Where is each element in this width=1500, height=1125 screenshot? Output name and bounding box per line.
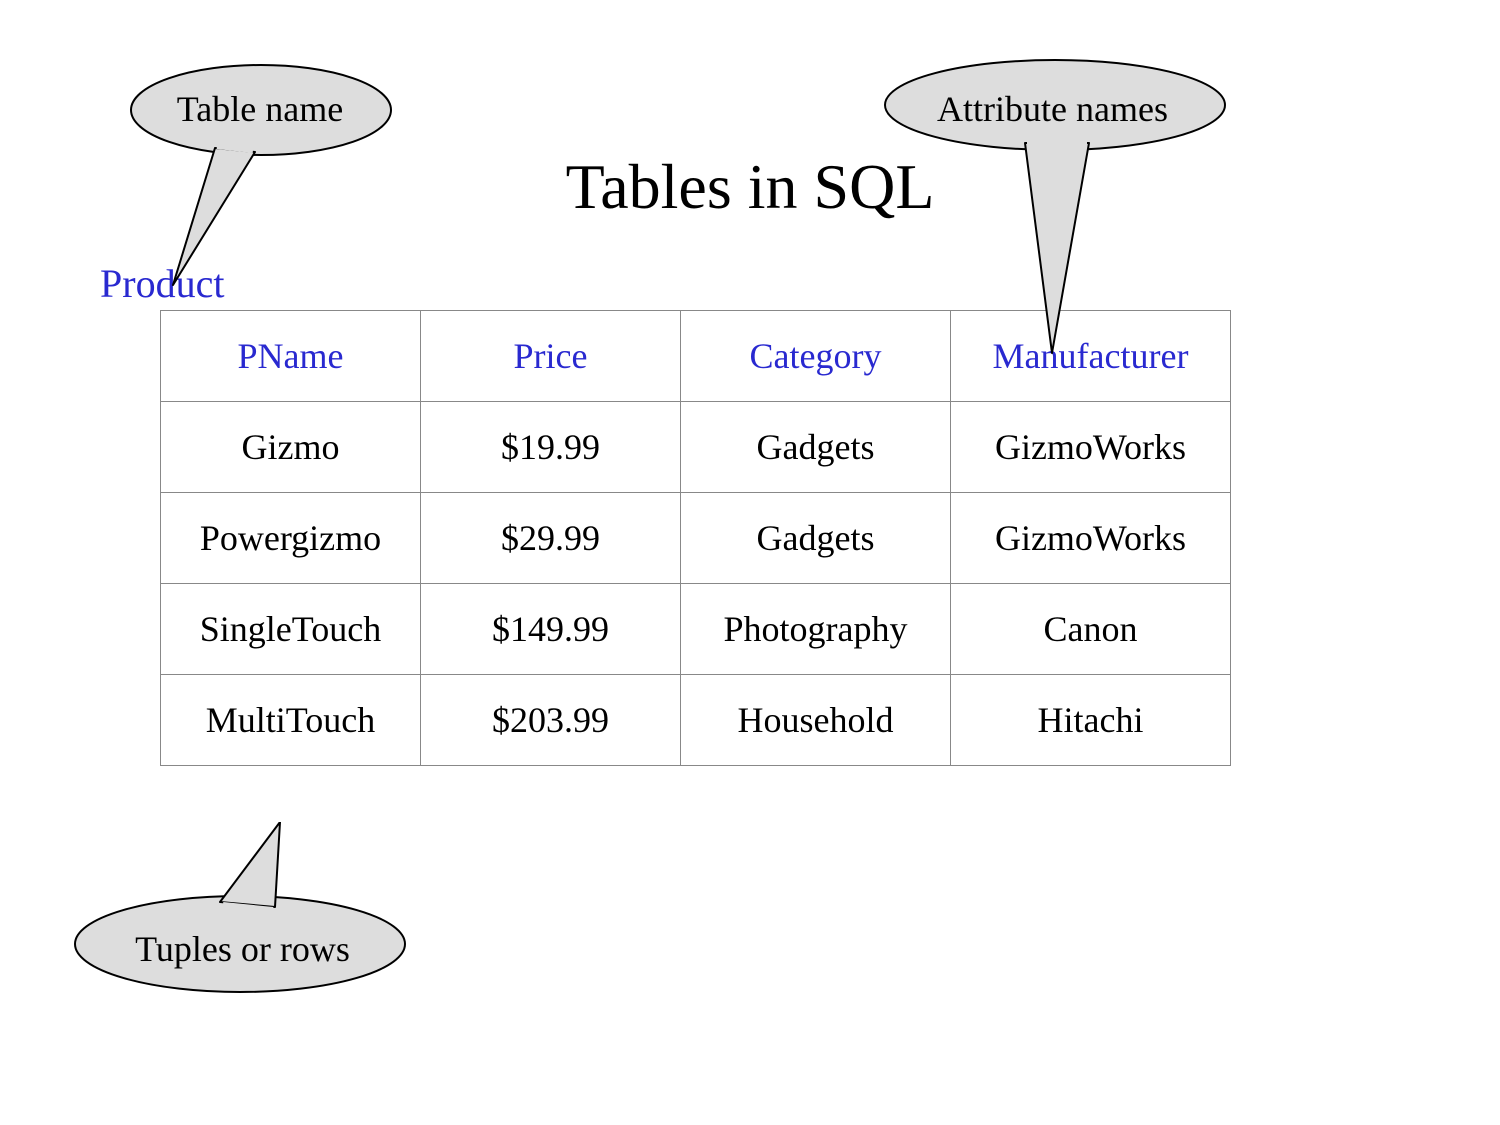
cell-category: Gadgets [681,493,951,584]
callout-tuples-icon [60,822,420,997]
cell-category: Household [681,675,951,766]
cell-category: Photography [681,584,951,675]
cell-price: $29.99 [421,493,681,584]
cell-pname: SingleTouch [161,584,421,675]
callout-attribute-names-label: Attribute names [895,88,1210,130]
cell-manufacturer: Hitachi [951,675,1231,766]
table-row: Powergizmo $29.99 Gadgets GizmoWorks [161,493,1231,584]
column-header: PName [161,311,421,402]
cell-pname: Gizmo [161,402,421,493]
cell-price: $203.99 [421,675,681,766]
cell-price: $19.99 [421,402,681,493]
cell-category: Gadgets [681,402,951,493]
cell-manufacturer: GizmoWorks [951,402,1231,493]
table-row: SingleTouch $149.99 Photography Canon [161,584,1231,675]
table-row: MultiTouch $203.99 Household Hitachi [161,675,1231,766]
cell-price: $149.99 [421,584,681,675]
cell-pname: Powergizmo [161,493,421,584]
table-row: Gizmo $19.99 Gadgets GizmoWorks [161,402,1231,493]
callout-table-name-label: Table name [145,88,375,130]
cell-manufacturer: Canon [951,584,1231,675]
column-header: Price [421,311,681,402]
callout-tuples-label: Tuples or rows [105,928,380,970]
product-table: PName Price Category Manufacturer Gizmo … [160,310,1231,766]
cell-manufacturer: GizmoWorks [951,493,1231,584]
cell-pname: MultiTouch [161,675,421,766]
